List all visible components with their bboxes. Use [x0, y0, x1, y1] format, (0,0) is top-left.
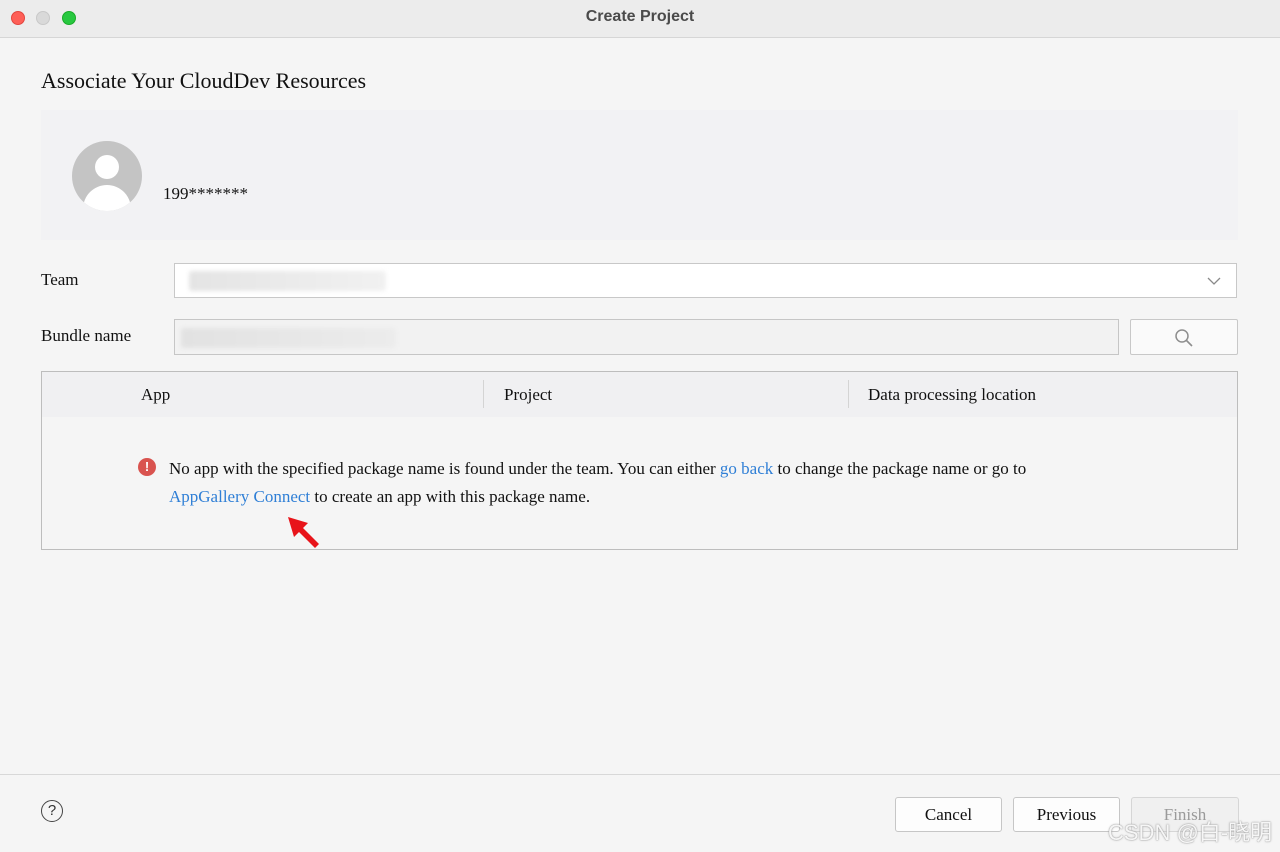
- appgallery-connect-link[interactable]: AppGallery Connect: [169, 487, 310, 506]
- red-arrow-icon: [288, 517, 319, 548]
- help-icon[interactable]: ?: [41, 800, 63, 822]
- watermark: CSDN @白-晓明: [1108, 820, 1273, 845]
- bundle-name-label: Bundle name: [41, 326, 132, 345]
- chevron-down-icon: [1207, 277, 1221, 285]
- footer-divider: [0, 774, 1280, 775]
- error-message: No app with the specified package name i…: [169, 455, 1109, 511]
- error-text: to change the package name or go to: [773, 459, 1027, 478]
- search-button[interactable]: [1130, 319, 1238, 355]
- column-divider[interactable]: [483, 380, 484, 408]
- error-icon: !: [138, 458, 156, 476]
- column-header-project[interactable]: Project: [504, 385, 552, 405]
- column-header-app[interactable]: App: [141, 385, 170, 405]
- account-name: 199*******: [163, 184, 248, 203]
- avatar-icon: [72, 141, 142, 211]
- table-header: App Project Data processing location: [42, 372, 1237, 417]
- account-card: 199*******: [41, 110, 1238, 240]
- column-header-data-processing-location[interactable]: Data processing location: [868, 385, 1036, 405]
- column-divider[interactable]: [848, 380, 849, 408]
- error-text: to create an app with this package name.: [310, 487, 591, 506]
- bundle-value-blurred: [181, 328, 396, 348]
- results-table: App Project Data processing location ! N…: [41, 371, 1238, 550]
- bundle-name-input[interactable]: [174, 319, 1119, 355]
- title-bar: Create Project: [0, 0, 1280, 38]
- go-back-link[interactable]: go back: [720, 459, 773, 478]
- window-title: Create Project: [585, 8, 695, 25]
- previous-button[interactable]: Previous: [1013, 797, 1120, 832]
- page-title: Associate Your CloudDev Resources: [41, 68, 367, 93]
- error-text: No app with the specified package name i…: [169, 459, 720, 478]
- search-icon: [1175, 329, 1193, 347]
- team-label: Team: [41, 270, 79, 289]
- team-select[interactable]: [174, 263, 1237, 298]
- cancel-button[interactable]: Cancel: [895, 797, 1002, 832]
- team-value-blurred: [189, 271, 386, 291]
